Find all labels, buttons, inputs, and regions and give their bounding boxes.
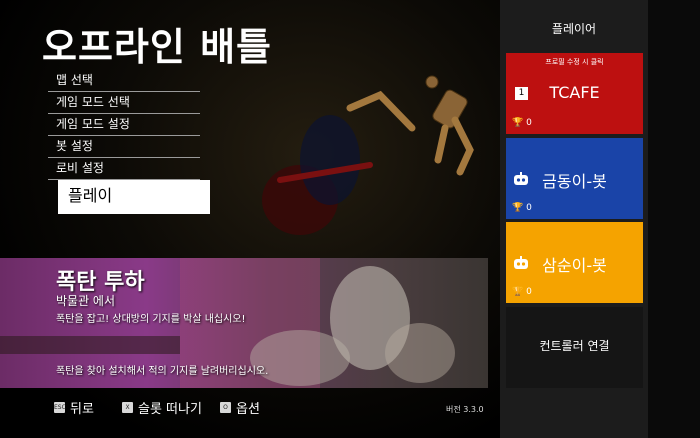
- trophy-count: 🏆 0: [512, 287, 532, 297]
- trophy-icon: 🏆: [512, 287, 524, 297]
- game-scene: 오프라인 배틀 맵 선택 게임 모드 선택 게임 모드 설정 봇 설정 로비 설…: [0, 0, 500, 438]
- connect-controller-button[interactable]: 컨트롤러 연결: [506, 307, 643, 388]
- menu-item-game-settings[interactable]: 게임 모드 설정: [48, 114, 200, 136]
- version-label: 버전 3.3.0: [446, 405, 484, 414]
- player-card-3[interactable]: 삼순이-봇 🏆 0: [506, 222, 643, 303]
- leave-slot-label: 슬롯 떠나기: [138, 402, 202, 417]
- panel-header: 플레이어: [551, 22, 597, 36]
- menu-item-lobby-settings[interactable]: 로비 설정: [48, 158, 200, 180]
- profile-edit-hint: 프로필 수정 시 클릭: [545, 58, 604, 66]
- bottom-hints: ESC 뒤로 X 슬롯 떠나기 O 옵션 버전 3.3.0: [0, 388, 500, 438]
- play-button[interactable]: 플레이: [58, 180, 210, 214]
- player-name: 금동이-봇: [542, 172, 607, 191]
- esc-key-icon: ESC: [54, 402, 66, 413]
- mode-description-2: 폭탄을 찾아 설치해서 적의 기지를 날려버리십시오.: [56, 366, 269, 377]
- mode-banner: 폭탄 투하 박물관 에서 폭탄을 잡고! 상대방의 기지를 박살 내십시오! 폭…: [0, 258, 488, 388]
- player-card-2[interactable]: 금동이-봇 🏆 0: [506, 138, 643, 219]
- menu-item-game-mode[interactable]: 게임 모드 선택: [48, 92, 200, 114]
- o-key-icon: O: [220, 402, 231, 413]
- back-hint[interactable]: ESC 뒤로: [54, 398, 94, 417]
- x-key-icon: X: [122, 402, 133, 413]
- mode-location: 박물관 에서: [56, 294, 116, 308]
- players-panel: 플레이어 프로필 수정 시 클릭 1 TCAFE 🏆 0 금동이-봇 🏆 0 삼…: [500, 0, 648, 438]
- trophy-count: 🏆 0: [512, 118, 532, 128]
- back-label: 뒤로: [70, 402, 94, 417]
- right-edge: [648, 0, 700, 438]
- trophy-icon: 🏆: [512, 203, 524, 213]
- lobby-menu: 맵 선택 게임 모드 선택 게임 모드 설정 봇 설정 로비 설정 플레이: [48, 70, 210, 214]
- menu-item-map[interactable]: 맵 선택: [48, 70, 200, 92]
- options-label: 옵션: [236, 402, 260, 417]
- trophy-icon: 🏆: [512, 118, 524, 128]
- page-title: 오프라인 배틀: [42, 25, 272, 69]
- player-name: 삼순이-봇: [542, 256, 607, 275]
- options-hint[interactable]: O 옵션: [220, 398, 260, 417]
- mode-description: 폭탄을 잡고! 상대방의 기지를 박살 내십시오!: [56, 314, 246, 325]
- player-card-1[interactable]: 프로필 수정 시 클릭 1 TCAFE 🏆 0: [506, 53, 643, 134]
- leave-slot-hint[interactable]: X 슬롯 떠나기: [122, 398, 202, 417]
- player-name: TCAFE: [549, 83, 600, 102]
- trophy-count: 🏆 0: [512, 203, 532, 213]
- menu-item-bot-settings[interactable]: 봇 설정: [48, 136, 200, 158]
